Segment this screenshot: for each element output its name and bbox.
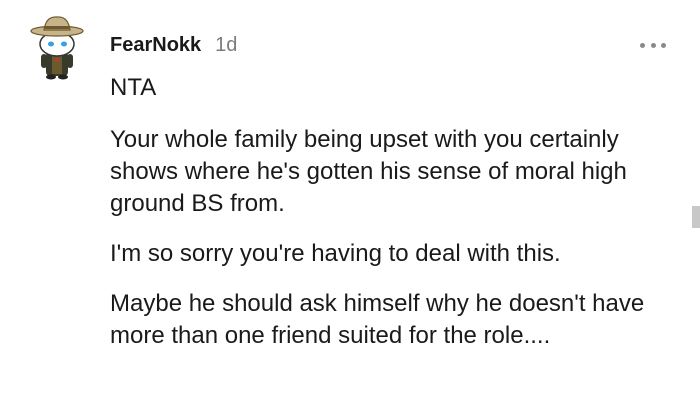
comment-paragraph: I'm so sorry you're having to deal with … (110, 240, 561, 267)
user-avatar[interactable] (28, 14, 86, 80)
comment-header: FearNokk 1d (110, 34, 237, 57)
comment-paragraph: Your whole family being upset with you c… (110, 126, 627, 217)
username-link[interactable]: FearNokk (110, 34, 201, 57)
comment-body: NTA Your whole family being upset with y… (110, 72, 670, 352)
snoo-cowboy-avatar-icon (30, 16, 84, 80)
dot-icon (640, 42, 645, 48)
dot-icon (650, 42, 656, 48)
scrollbar-thumb[interactable] (692, 206, 700, 228)
dot-icon (661, 42, 666, 48)
more-options-button[interactable] (640, 40, 666, 50)
comment: FearNokk 1d NTA Your whole family being … (0, 0, 700, 404)
comment-paragraph: NTA (110, 74, 157, 101)
comment-age: 1d (215, 34, 238, 56)
comment-paragraph: Maybe he should ask himself why he doesn… (110, 290, 645, 349)
